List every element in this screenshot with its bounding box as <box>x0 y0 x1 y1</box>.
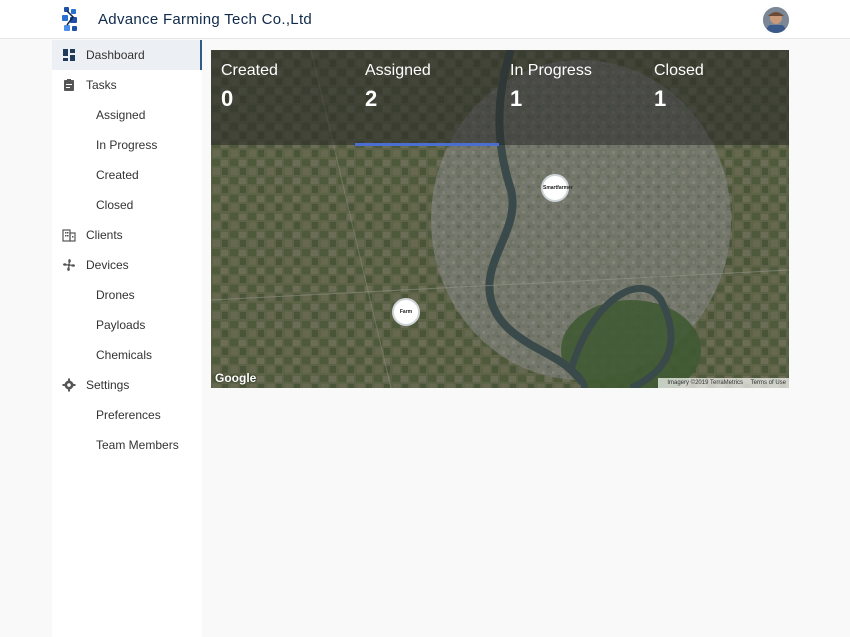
stat-label: Assigned <box>365 62 431 79</box>
sidebar-item-label: In Progress <box>96 138 158 152</box>
stat-value: 1 <box>654 86 667 111</box>
stat-value: 0 <box>221 86 234 111</box>
sidebar-item-dashboard[interactable]: Dashboard <box>52 40 202 70</box>
sidebar-item-drones[interactable]: Drones <box>52 280 202 310</box>
sidebar-item-label: Assigned <box>96 108 146 122</box>
sidebar: Dashboard Tasks Assigned In Progress Cre… <box>52 40 202 637</box>
task-stats-bar: Created 0 Assigned 2 In Progress 1 Close… <box>211 50 789 145</box>
fan-icon <box>62 258 76 272</box>
stat-in-progress[interactable]: In Progress 1 <box>510 62 592 112</box>
sidebar-item-label: Dashboard <box>86 48 145 62</box>
terms-of-use-link[interactable]: Terms of Use <box>751 380 786 386</box>
drone-logo-icon[interactable] <box>58 5 82 33</box>
sidebar-item-clients[interactable]: Clients <box>52 220 202 250</box>
app-header: Advance Farming Tech Co.,Ltd <box>0 0 850 39</box>
sidebar-item-chemicals[interactable]: Chemicals <box>52 340 202 370</box>
sidebar-item-label: Team Members <box>96 438 179 452</box>
sidebar-item-in-progress[interactable]: In Progress <box>52 130 202 160</box>
stat-label: Created <box>221 62 278 79</box>
dashboard-icon <box>62 48 76 62</box>
sidebar-item-devices[interactable]: Devices <box>52 250 202 280</box>
sidebar-item-label: Created <box>96 168 139 182</box>
dashboard-panel: Created 0 Assigned 2 In Progress 1 Close… <box>211 50 789 388</box>
google-logo: Google <box>215 371 257 385</box>
map-marker-smartfarmer[interactable]: Smartfarmer <box>541 174 573 202</box>
stat-label: Closed <box>654 62 704 79</box>
stat-closed[interactable]: Closed 1 <box>654 62 704 112</box>
sidebar-item-label: Devices <box>86 258 129 272</box>
stat-label: In Progress <box>510 62 592 79</box>
map-attribution: Imagery ©2019 TerraMetrics Terms of Use <box>658 378 789 388</box>
stat-created[interactable]: Created 0 <box>221 62 278 112</box>
sidebar-item-assigned[interactable]: Assigned <box>52 100 202 130</box>
sidebar-item-label: Settings <box>86 378 130 392</box>
imagery-credit: Imagery ©2019 TerraMetrics <box>667 380 743 386</box>
sidebar-item-payloads[interactable]: Payloads <box>52 310 202 340</box>
stat-assigned[interactable]: Assigned 2 <box>365 62 431 112</box>
sidebar-item-created[interactable]: Created <box>52 160 202 190</box>
marker-label: Farm <box>399 309 413 315</box>
tab-indicator <box>355 143 499 146</box>
sidebar-item-label: Preferences <box>96 408 161 422</box>
sidebar-item-preferences[interactable]: Preferences <box>52 400 202 430</box>
stat-value: 1 <box>510 86 523 111</box>
sidebar-item-label: Clients <box>86 228 123 242</box>
user-avatar[interactable] <box>763 7 789 33</box>
marker-label: Smartfarmer <box>543 185 573 191</box>
sidebar-item-closed[interactable]: Closed <box>52 190 202 220</box>
sidebar-item-label: Payloads <box>96 318 146 332</box>
sidebar-item-team-members[interactable]: Team Members <box>52 430 202 460</box>
app-title: Advance Farming Tech Co.,Ltd <box>98 11 313 28</box>
stat-value: 2 <box>365 86 378 111</box>
gear-icon <box>62 378 76 392</box>
sidebar-item-settings[interactable]: Settings <box>52 370 202 400</box>
sidebar-item-label: Closed <box>96 198 134 212</box>
building-icon <box>62 228 76 242</box>
clipboard-icon <box>62 78 76 92</box>
sidebar-item-tasks[interactable]: Tasks <box>52 70 202 100</box>
sidebar-item-label: Drones <box>96 288 135 302</box>
sidebar-item-label: Chemicals <box>96 348 153 362</box>
sidebar-item-label: Tasks <box>86 78 117 92</box>
map-marker-farm[interactable]: Farm <box>392 298 420 326</box>
